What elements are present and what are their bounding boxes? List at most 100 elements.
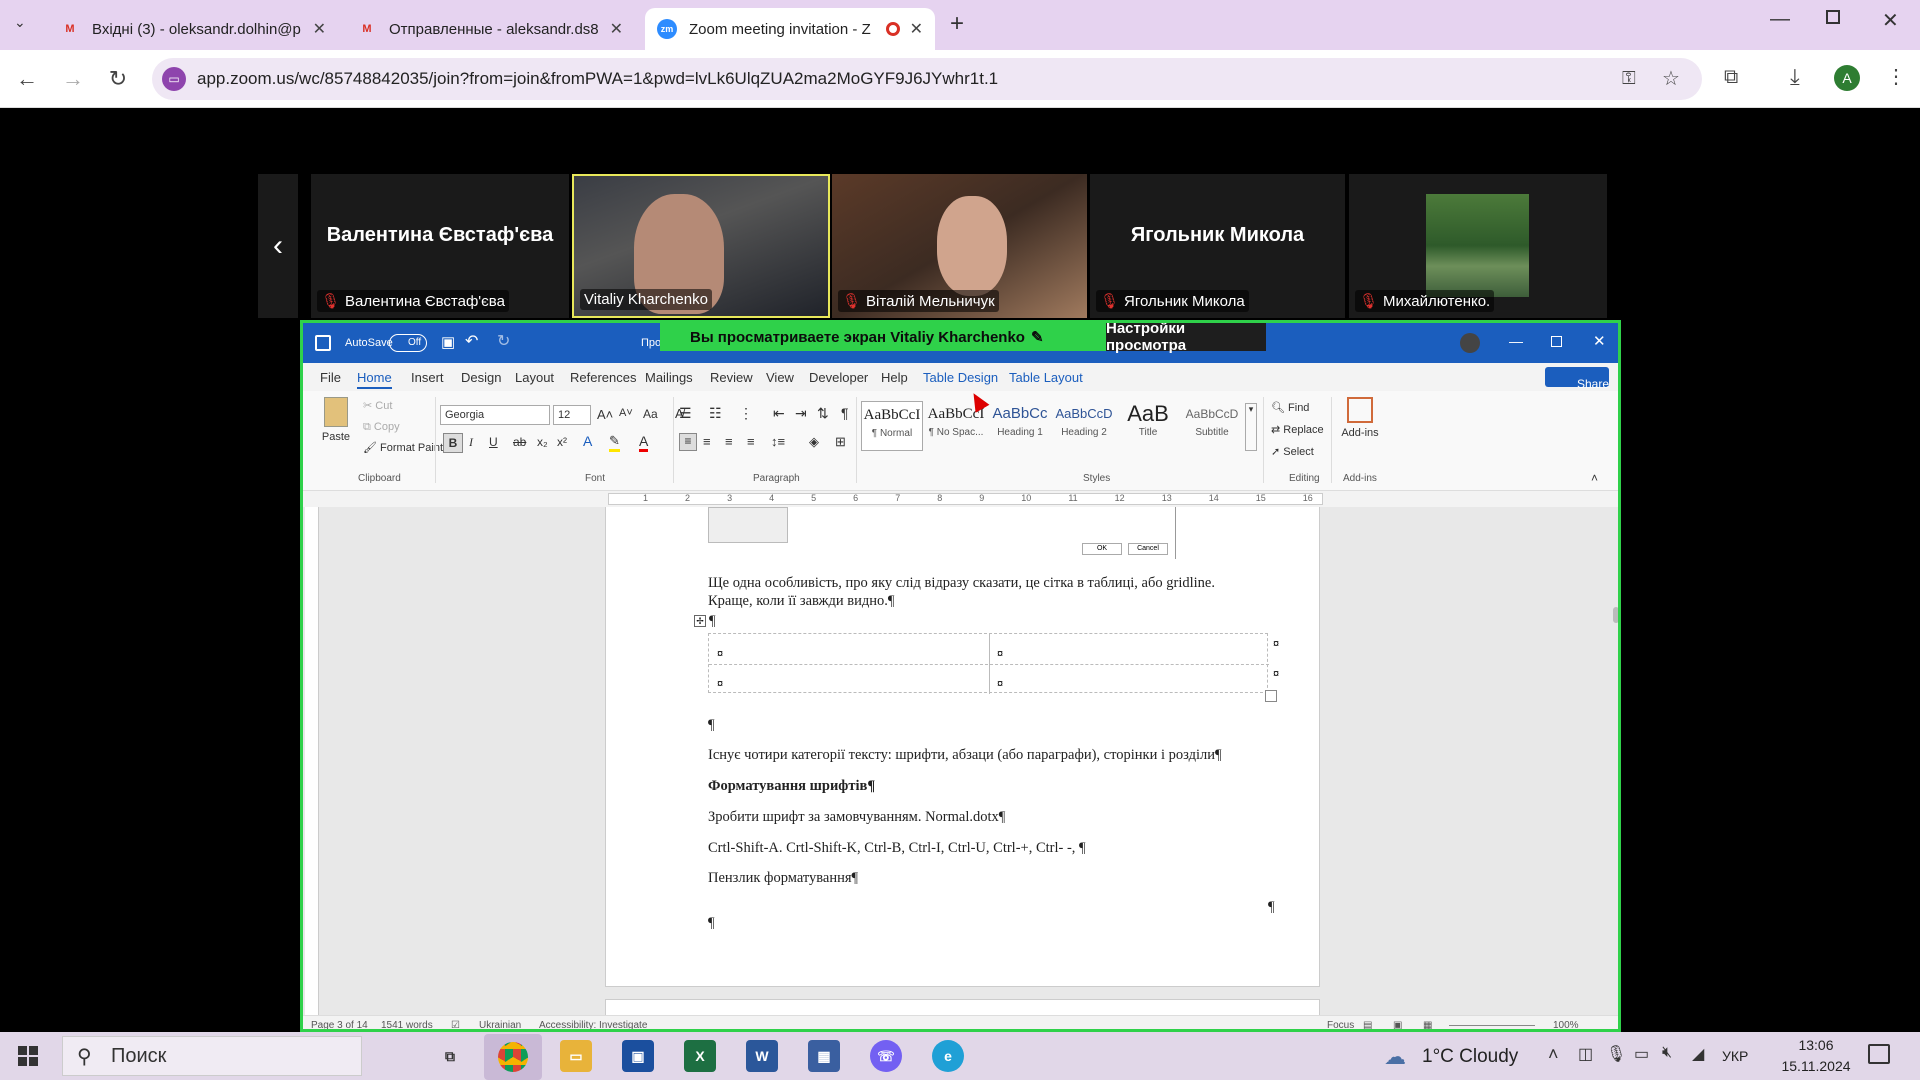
meet-now-icon[interactable]: ◫	[1578, 1044, 1593, 1064]
font-color-icon[interactable]: A	[639, 433, 649, 452]
font-name-select[interactable]: Georgia	[440, 405, 550, 425]
document-canvas[interactable]: OK Cancel Ще одна особливість, про яку с…	[303, 507, 1618, 1015]
horizontal-ruler[interactable]: 1 2 3 4 5 6 7 8 9 10 11 12 13 14 15 16	[303, 491, 1618, 507]
clock-date[interactable]: 15.11.2024	[1776, 1058, 1856, 1074]
edge-icon[interactable]: e	[932, 1040, 964, 1072]
notifications-icon[interactable]	[1868, 1044, 1890, 1064]
minimize-button[interactable]: —	[1509, 333, 1523, 349]
site-info-icon[interactable]: ▭	[162, 67, 186, 91]
profile-avatar[interactable]: A	[1834, 65, 1860, 91]
view-settings-button[interactable]: Настройки просмотра	[1106, 323, 1266, 354]
format-painter-button[interactable]: 🖌 Format Painter	[363, 441, 453, 454]
gallery-prev-button[interactable]: ‹	[258, 174, 298, 318]
tab-table-design[interactable]: Table Design	[923, 370, 998, 385]
browser-tab-zoom[interactable]: zm Zoom meeting invitation - Z ✕	[645, 8, 935, 50]
print-layout-icon[interactable]: ▣	[1393, 1020, 1402, 1029]
style-normal[interactable]: AaBbCcI ¶ Normal	[861, 401, 923, 451]
style-heading-2[interactable]: AaBbCcD Heading 2	[1053, 401, 1115, 451]
paste-button[interactable]: Paste	[321, 397, 351, 443]
close-icon[interactable]: ✕	[610, 19, 623, 39]
style-subtitle[interactable]: AaBbCcD Subtitle	[1181, 401, 1243, 451]
participant-tile[interactable]: 🎙︎ Віталій Мельничук	[832, 174, 1087, 318]
tab-view[interactable]: View	[766, 370, 794, 385]
undo-icon[interactable]: ↶	[465, 331, 478, 351]
add-ins-button[interactable]: Add-ins	[1339, 397, 1381, 439]
focus-button[interactable]: Focus	[1327, 1020, 1354, 1029]
borders-icon[interactable]: ⊞	[835, 434, 846, 450]
forward-icon[interactable]: →	[58, 64, 88, 94]
table-resize-handle[interactable]	[1265, 690, 1277, 702]
style-title[interactable]: AaB Title	[1117, 401, 1179, 451]
tab-file[interactable]: File	[320, 370, 341, 385]
superscript-button[interactable]: x²	[557, 435, 567, 449]
bullets-icon[interactable]: ☰	[679, 405, 692, 422]
tab-search-icon[interactable]: ⌄	[14, 14, 26, 31]
task-view-icon[interactable]: ⧉	[434, 1040, 466, 1072]
document-page[interactable]: OK Cancel Ще одна особливість, про яку с…	[605, 507, 1320, 987]
align-center-icon[interactable]: ≡	[703, 434, 711, 449]
line-spacing-icon[interactable]: ↕≡	[771, 434, 785, 449]
tab-review[interactable]: Review	[710, 370, 753, 385]
text-effects-icon[interactable]: A	[583, 433, 592, 449]
shading-icon[interactable]: ◈	[809, 434, 819, 450]
participant-tile[interactable]: Vitaliy Kharchenko	[572, 174, 830, 318]
show-formatting-icon[interactable]: ¶	[841, 405, 849, 421]
close-window-button[interactable]: ✕	[1882, 8, 1899, 33]
reload-icon[interactable]: ↻	[103, 64, 133, 94]
user-avatar[interactable]	[1460, 333, 1480, 353]
sort-icon[interactable]: ⇅	[817, 405, 829, 422]
chrome-icon[interactable]	[484, 1034, 542, 1080]
save-icon[interactable]: ▣	[441, 333, 455, 351]
network-icon[interactable]: ◢	[1692, 1044, 1704, 1064]
zoom-slider[interactable]	[1449, 1025, 1535, 1026]
start-button[interactable]	[18, 1046, 38, 1066]
browser-tab-gmail-inbox[interactable]: M Вхідні (3) - oleksandr.dolhin@p ✕	[48, 8, 338, 50]
password-key-icon[interactable]: ⚿	[1622, 68, 1636, 89]
show-hidden-icons[interactable]: ˄	[1548, 1044, 1559, 1065]
shrink-font-icon[interactable]: A˅	[619, 407, 633, 419]
multilevel-list-icon[interactable]: ⋮	[739, 405, 753, 422]
word-count[interactable]: 1541 words	[381, 1020, 433, 1029]
change-case-icon[interactable]: Aa	[643, 407, 658, 421]
align-left-icon[interactable]: ≡	[679, 433, 697, 451]
strikethrough-button[interactable]: ab	[513, 435, 526, 449]
cut-button[interactable]: ✂ Cut	[363, 399, 392, 412]
tab-developer[interactable]: Developer	[809, 370, 868, 385]
tab-insert[interactable]: Insert	[411, 370, 444, 385]
redo-icon[interactable]: ↻	[497, 331, 510, 351]
document-table[interactable]: ¤ ¤ ¤ ¤ ¤ ¤	[708, 633, 1279, 702]
copy-button[interactable]: ⧉ Copy	[363, 421, 400, 434]
weather-text[interactable]: 1°C Cloudy	[1422, 1046, 1518, 1068]
autosave-toggle[interactable]: Off	[389, 334, 427, 352]
volume-muted-icon[interactable]: 🔇︎	[1662, 1044, 1672, 1062]
select-button[interactable]: ➚ Select	[1271, 445, 1314, 458]
numbering-icon[interactable]: ☷	[709, 405, 722, 422]
download-icon[interactable]: ⤓	[1790, 64, 1800, 90]
align-right-icon[interactable]: ≡	[725, 434, 733, 449]
tab-help[interactable]: Help	[881, 370, 908, 385]
close-window-button[interactable]: ✕	[1593, 332, 1606, 350]
highlight-color-icon[interactable]: ✎	[609, 433, 620, 452]
chrome-menu-icon[interactable]: ⋮	[1886, 64, 1906, 89]
new-tab-button[interactable]: +	[950, 10, 964, 38]
proofing-icon[interactable]: ☑	[451, 1020, 460, 1029]
underline-button[interactable]: U	[489, 435, 498, 449]
restore-button[interactable]	[1826, 10, 1840, 24]
maximize-button[interactable]	[1551, 336, 1562, 347]
word-icon[interactable]: W	[746, 1040, 778, 1072]
tab-design[interactable]: Design	[461, 370, 501, 385]
web-layout-icon[interactable]: ▦	[1423, 1020, 1432, 1029]
extensions-icon[interactable]: ⧉	[1724, 66, 1738, 89]
bold-button[interactable]: B	[443, 433, 463, 453]
italic-button[interactable]: I	[469, 435, 473, 450]
share-button[interactable]: Share	[1545, 367, 1609, 391]
calculator-icon[interactable]: ▦	[808, 1040, 840, 1072]
excel-icon[interactable]: X	[684, 1040, 716, 1072]
page-count[interactable]: Page 3 of 14	[311, 1020, 368, 1029]
participant-tile[interactable]: 🎙︎ Михайлютенко.	[1349, 174, 1607, 318]
subscript-button[interactable]: x₂	[537, 435, 548, 449]
justify-icon[interactable]: ≡	[747, 434, 755, 449]
save-app-icon[interactable]: ▣	[622, 1040, 654, 1072]
close-icon[interactable]: ✕	[910, 19, 923, 39]
taskbar-search[interactable]: ⚲ Поиск	[62, 1036, 362, 1076]
